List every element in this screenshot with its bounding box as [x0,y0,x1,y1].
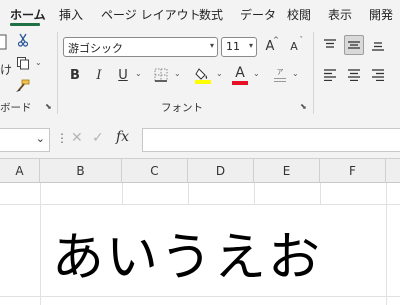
column-gridline [40,183,41,204]
align-right-icon [372,69,384,81]
chevron-down-icon: ▾ [209,41,214,50]
column-header-d[interactable]: D [188,159,254,183]
paint-bucket-icon [195,68,211,84]
tab-formulas[interactable]: 数式 [199,6,223,23]
active-tab-indicator [10,23,40,26]
column-gridline [188,183,189,204]
font-name-value: 游ゴシック [68,42,123,55]
chevron-down-icon: ▾ [248,41,253,50]
row-gridline [0,204,400,205]
underline-button[interactable]: U [114,65,132,85]
cut-button[interactable] [14,32,32,48]
tab-insert[interactable]: 挿入 [59,6,83,23]
caret-down-icon: ˇ [299,36,304,44]
ribbon-tabs: ホーム 挿入 ページ レイアウト 数式 データ 校閲 表示 開発 [0,0,400,28]
underline-dropdown-chevron-icon[interactable]: ⌄ [135,69,142,78]
column-header-b[interactable]: B [40,159,122,183]
enter-check-icon[interactable]: ✓ [92,130,104,146]
tab-review[interactable]: 校閲 [287,6,311,23]
tab-home[interactable]: ホーム [10,6,46,23]
chevron-down-icon: ⌄ [35,132,45,145]
phonetic-label: ア [276,68,284,76]
borders-dropdown-chevron-icon[interactable]: ⌄ [174,69,181,78]
font-color-button[interactable]: A [230,63,250,87]
font-color-letter: A [235,65,245,81]
font-size-combobox[interactable]: 11 ▾ [221,37,257,57]
paste-label: け [0,63,13,77]
column-gridline [386,183,387,305]
align-left-button[interactable] [320,66,340,84]
cancel-icon[interactable]: ✕ [71,130,83,146]
ribbon: け ⌄ ボード ⬊ 游ゴシック ▾ 11 ▾ A ^ A ˇ B I U ⌄ ⌄… [0,28,400,120]
cell-text: あいうえお [52,228,323,288]
paste-icon [0,34,7,50]
fill-color-dropdown-chevron-icon[interactable]: ⌄ [216,69,223,78]
font-dialog-launcher-icon[interactable]: ⬊ [300,102,307,111]
font-size-value: 11 [226,40,240,53]
name-box[interactable]: ⌄ [0,128,50,152]
caret-up-icon: ^ [273,36,279,44]
phonetic-guide-button[interactable]: ア [271,65,289,85]
column-header-e[interactable]: E [254,159,320,183]
column-gridline [122,183,123,204]
column-gridline [254,183,255,204]
column-headers: A B C D E F [0,158,400,183]
bottom-align-button[interactable] [368,36,388,54]
tab-data[interactable]: データ [240,6,276,23]
font-group-label: フォント [161,102,203,114]
middle-align-button[interactable] [344,35,364,55]
formula-bar: ⌄ ⋮ ✕ ✓ fx [0,120,400,158]
insert-function-button[interactable]: fx [116,129,129,145]
italic-button[interactable]: I [90,65,108,85]
brush-icon [16,79,30,92]
column-gridline [320,183,321,204]
more-options-icon[interactable]: ⋮ [56,131,68,145]
bold-button[interactable]: B [66,65,84,85]
align-right-button[interactable] [368,66,388,84]
worksheet-grid[interactable]: あいうえお [0,183,400,305]
copy-icon [17,57,29,70]
border-grid-icon [154,68,168,82]
copy-dropdown-chevron-icon[interactable]: ⌄ [35,58,42,67]
phonetic-line-icon [274,78,286,79]
phonetic-line-icon [274,81,286,82]
align-middle-icon [348,41,360,49]
tab-page-layout[interactable]: ページ レイアウト [101,6,201,23]
tab-developer[interactable]: 開発 [369,6,393,23]
align-center-button[interactable] [344,66,364,84]
decrease-font-size-button[interactable]: A ˇ [285,36,303,56]
font-color-swatch [232,81,248,85]
align-top-icon [324,39,336,48]
format-painter-button[interactable] [14,78,32,94]
increase-font-size-button[interactable]: A ^ [261,36,279,56]
font-color-dropdown-chevron-icon[interactable]: ⌄ [253,69,260,78]
phonetic-dropdown-chevron-icon[interactable]: ⌄ [292,69,299,78]
shrink-font-label: A [290,39,298,53]
copy-button[interactable] [14,55,32,71]
tab-view[interactable]: 表示 [328,6,352,23]
font-name-combobox[interactable]: 游ゴシック ▾ [63,37,218,57]
fill-color-button[interactable] [193,64,213,86]
align-center-icon [348,69,360,81]
column-header-a[interactable]: A [0,159,40,183]
group-separator [313,32,314,114]
borders-button[interactable] [151,65,171,85]
scissors-icon [17,33,29,47]
clipboard-dialog-launcher-icon[interactable]: ⬊ [45,102,52,111]
group-separator [57,32,58,114]
column-header-c[interactable]: C [122,159,188,183]
column-gridline [40,204,41,305]
row-gridline [0,296,400,297]
top-align-button[interactable] [320,36,340,54]
column-header-f[interactable]: F [320,159,386,183]
clipboard-group-label: ボード [0,102,32,114]
fill-color-swatch [195,80,211,84]
paste-button[interactable] [0,32,8,52]
formula-input[interactable] [142,128,400,152]
align-bottom-icon [372,42,384,51]
align-left-icon [324,69,336,81]
